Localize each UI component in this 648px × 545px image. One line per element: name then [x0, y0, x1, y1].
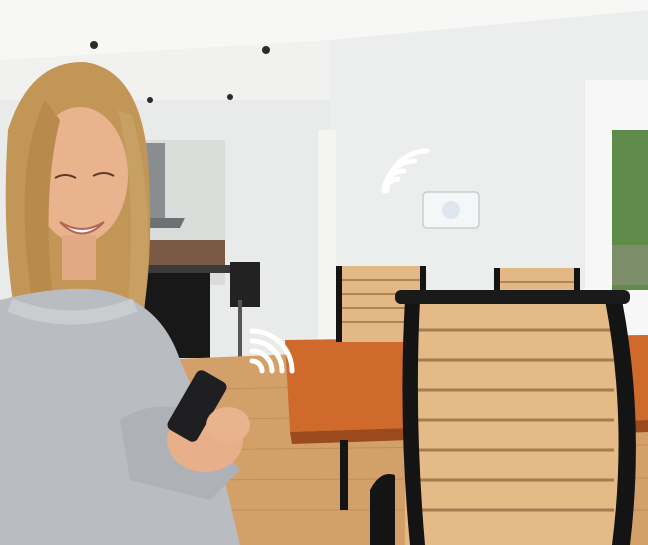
ceiling-light	[147, 97, 153, 103]
ceiling-light	[262, 46, 270, 54]
bar-stool	[230, 262, 260, 307]
front-chair	[370, 290, 636, 545]
island-top	[135, 265, 230, 273]
smart-home-photo	[0, 0, 648, 545]
table-leg	[340, 440, 348, 510]
ceiling-light	[90, 41, 98, 49]
thermostat-display	[442, 201, 460, 219]
column	[318, 130, 336, 360]
window-view-lower	[612, 245, 648, 285]
ceiling-light	[227, 94, 233, 100]
